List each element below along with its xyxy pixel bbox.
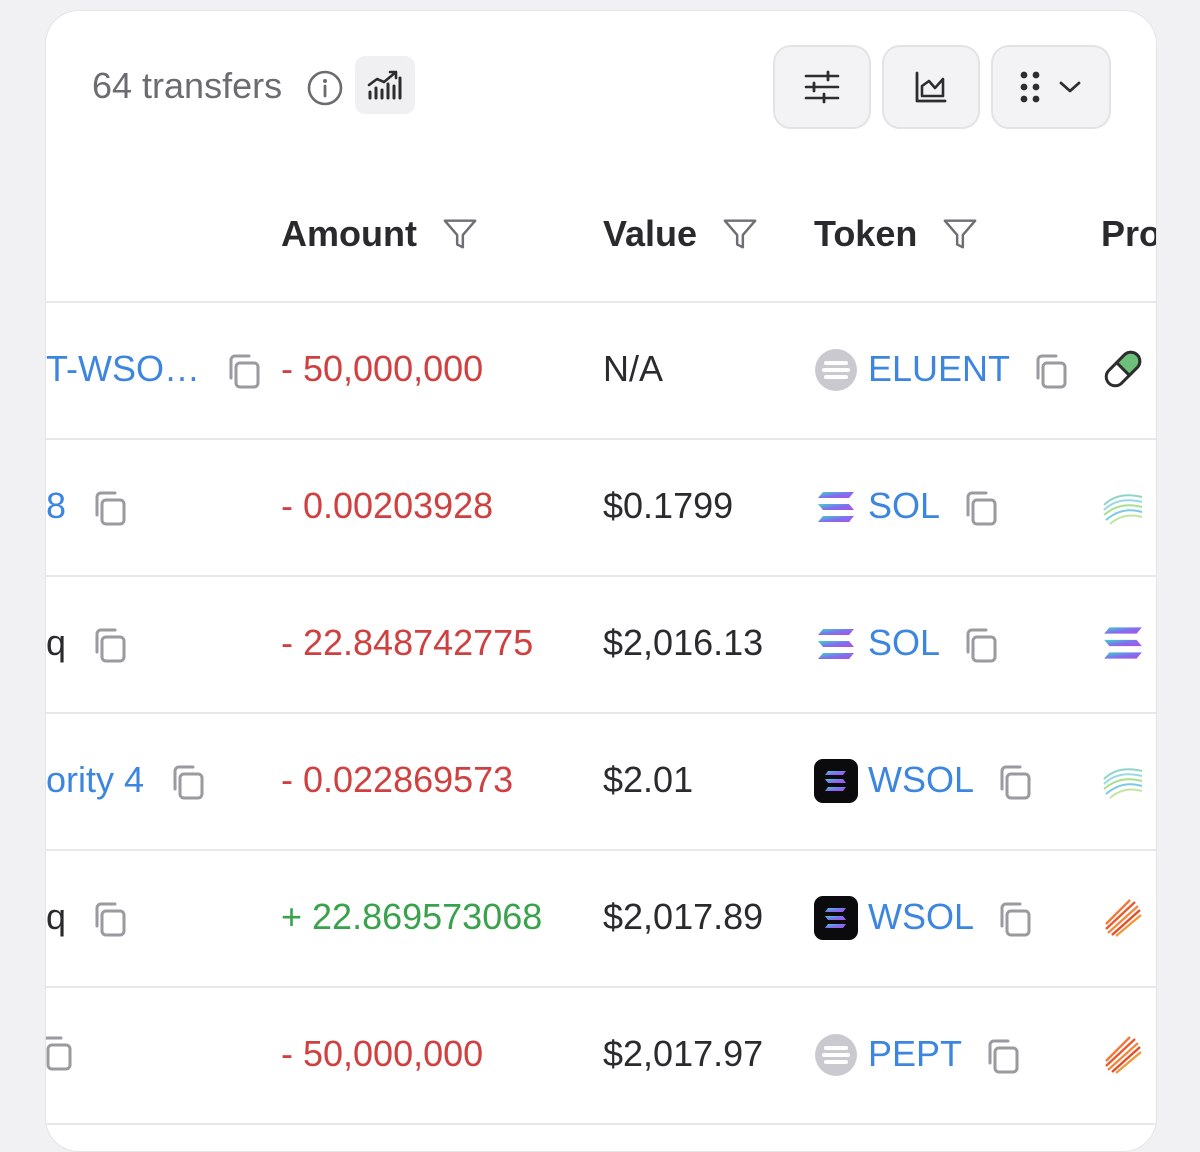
area-chart-icon	[915, 71, 947, 103]
wave-program-icon[interactable]	[1100, 483, 1146, 529]
account-link[interactable]: 8	[46, 483, 130, 529]
token-link[interactable]: PEPT	[868, 1031, 1023, 1077]
usd-value: $2.01	[603, 759, 694, 800]
token-link[interactable]: SOL	[868, 620, 1001, 666]
token-link[interactable]: SOL	[868, 483, 1001, 529]
table-row[interactable]: 8 - 0.00203928 $0.1799 SOL	[46, 440, 1156, 577]
grid-dots-icon	[1020, 71, 1040, 103]
table-header: Amount Value Token Pro	[46, 161, 1156, 303]
pept-token-icon	[814, 1033, 858, 1077]
token-link[interactable]: WSOL	[868, 894, 1035, 940]
chart-view-button[interactable]	[882, 45, 980, 129]
copy-icon[interactable]	[983, 1036, 1023, 1076]
pill-program-icon[interactable]	[1100, 346, 1146, 392]
sol-token-icon	[814, 622, 858, 666]
copy-icon[interactable]	[90, 488, 130, 528]
chevron-down-icon	[1059, 81, 1081, 93]
transfer-count: 64 transfers	[92, 65, 283, 106]
table-row[interactable]: ority 4 - 0.022869573 $2.01 WSOL	[46, 714, 1156, 851]
funnel-icon[interactable]	[941, 215, 979, 253]
stripes-program-icon[interactable]	[1100, 894, 1146, 940]
usd-value: $2,016.13	[603, 622, 764, 663]
amount-value: - 22.848742775	[281, 622, 534, 663]
copy-icon[interactable]	[90, 899, 130, 939]
account-link[interactable]: q	[46, 620, 130, 666]
account-link[interactable]: q	[46, 894, 130, 940]
table-row[interactable]: q - 22.848742775 $2,016.13 SOL	[46, 577, 1156, 714]
copy-icon[interactable]	[961, 625, 1001, 665]
usd-value: $2,017.89	[603, 896, 764, 937]
usd-value: N/A	[603, 348, 664, 389]
column-header-amount: Amount	[281, 213, 479, 255]
account-link[interactable]: T-WSO…	[46, 346, 264, 392]
info-circle-icon[interactable]	[306, 69, 344, 107]
table-row[interactable]: q + 22.869573068 $2,017.89 WSOL	[46, 851, 1156, 988]
sol-token-icon	[814, 485, 858, 529]
sliders-icon	[804, 70, 840, 104]
copy-icon[interactable]	[45, 1033, 76, 1073]
copy-icon[interactable]	[90, 625, 130, 665]
account-link[interactable]: ority 4	[46, 757, 208, 803]
table-row[interactable]: T-WSO… - 50,000,000 N/A ELUENT	[46, 303, 1156, 440]
stripes-program-icon[interactable]	[1100, 1031, 1146, 1077]
copy-icon[interactable]	[168, 762, 208, 802]
copy-icon[interactable]	[995, 899, 1035, 939]
funnel-icon[interactable]	[721, 215, 759, 253]
table-row[interactable]: - 50,000,000 $2,017.97 PEPT	[46, 988, 1156, 1125]
solana-program-icon[interactable]	[1100, 620, 1146, 666]
view-options-dropdown[interactable]	[991, 45, 1111, 129]
token-link[interactable]: ELUENT	[868, 346, 1071, 392]
amount-value: - 50,000,000	[281, 1033, 484, 1074]
eluent-token-icon	[814, 348, 858, 392]
bar-chart-trend-icon[interactable]	[355, 56, 415, 114]
copy-icon[interactable]	[995, 762, 1035, 802]
token-link[interactable]: WSOL	[868, 757, 1035, 803]
usd-value: $0.1799	[603, 485, 734, 526]
filter-settings-button[interactable]	[773, 45, 871, 129]
amount-value: - 0.00203928	[281, 485, 494, 526]
wsol-token-icon	[814, 759, 858, 803]
transfers-card: 64 transfers Amount Value Token Pro T-WS…	[45, 10, 1157, 1152]
amount-value: + 22.869573068	[281, 896, 543, 937]
copy-icon[interactable]	[961, 488, 1001, 528]
wave-program-icon[interactable]	[1100, 757, 1146, 803]
column-header-program: Pro	[1101, 213, 1157, 254]
amount-value: - 50,000,000	[281, 348, 484, 389]
copy-icon[interactable]	[1031, 351, 1071, 391]
usd-value: $2,017.97	[603, 1033, 764, 1074]
column-header-token: Token	[814, 213, 979, 255]
copy-icon[interactable]	[224, 351, 264, 391]
amount-value: - 0.022869573	[281, 759, 514, 800]
card-header: 64 transfers	[46, 11, 1156, 161]
column-header-value: Value	[603, 213, 759, 255]
wsol-token-icon	[814, 896, 858, 940]
funnel-icon[interactable]	[441, 215, 479, 253]
